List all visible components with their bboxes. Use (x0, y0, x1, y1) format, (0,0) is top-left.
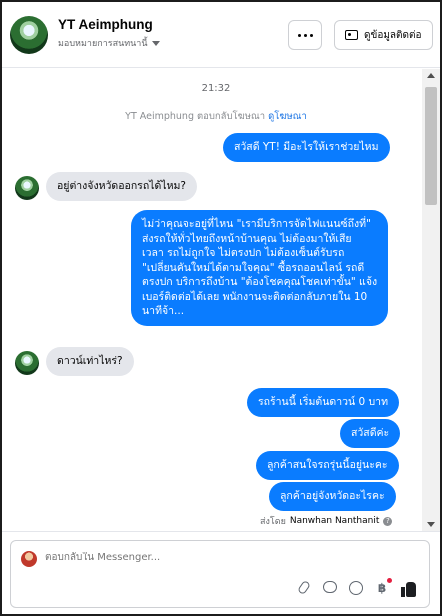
message-line: เวลา รถไม่ถูกใจ ไม่ตรงปก ไม่ต้องเซ็นต์รั… (142, 247, 345, 259)
message-line: นาทีจ้า... (142, 305, 185, 317)
more-dots-icon (303, 33, 307, 37)
sent-by-prefix: ส่งโดย (260, 517, 286, 527)
outgoing-message[interactable]: รถร้านนี้ เริ่มต้นดาวน์ 0 บาท (247, 388, 399, 417)
composer: ฿ (2, 531, 440, 614)
attach-button[interactable] (296, 579, 312, 596)
more-dots-icon (297, 33, 301, 37)
help-icon[interactable]: ? (383, 516, 393, 526)
page-avatar[interactable] (10, 16, 48, 54)
caret-down-icon (151, 40, 160, 46)
scroll-up-arrow-icon[interactable] (427, 73, 435, 78)
paperclip-icon (296, 579, 312, 596)
ad-reply-text: YT Aeimphung ตอบกลับโฆษณา (125, 111, 269, 122)
baht-coin-icon: ฿ (377, 581, 387, 595)
chat-bubble-icon (323, 581, 337, 593)
notification-dot (387, 578, 392, 583)
reply-input[interactable] (45, 552, 345, 563)
message-timestamp: 21:32 (201, 83, 231, 94)
conversation-header: YT Aeimphung มอบหมายการสนทนานี้ ดูข้อมูล… (2, 2, 440, 68)
sender-avatar (15, 176, 39, 200)
more-dots-icon (309, 33, 313, 37)
agent-avatar (21, 551, 37, 567)
sender-avatar (15, 351, 39, 375)
sent-by-name[interactable]: Nanwhan Nanthanit (290, 516, 380, 526)
saved-replies-button[interactable] (323, 581, 337, 595)
ad-reply-note: YT Aeimphung ตอบกลับโฆษณา ดูโฆษณา (2, 109, 422, 124)
outgoing-message[interactable]: สวัสดีค่ะ (340, 419, 401, 448)
page-name[interactable]: YT Aeimphung (58, 17, 153, 32)
outgoing-message[interactable]: ลูกค้าสนใจรถรุ่นนี้อยู่นะคะ (256, 451, 399, 480)
smile-icon (349, 581, 363, 595)
like-button[interactable] (401, 581, 417, 597)
view-ad-link[interactable]: ดูโฆษณา (268, 111, 307, 122)
thumbs-up-icon (401, 581, 417, 597)
reply-box[interactable]: ฿ (10, 540, 430, 608)
composer-toolbar: ฿ (296, 578, 417, 597)
contact-card-icon (345, 30, 358, 40)
message-line: "เปลี่ยนคันใหม่ได้ตามใจคุณ" ซื้อรถออนไลน… (142, 261, 365, 274)
incoming-message[interactable]: ดาวน์เท่าไหร่? (46, 347, 134, 376)
more-options-button[interactable] (288, 20, 322, 50)
incoming-message[interactable]: อยู่ต่างจังหวัดออกรถได้ไหม? (46, 172, 197, 201)
assign-conversation-dropdown[interactable]: มอบหมายการสนทนานี้ (58, 36, 160, 50)
message-line: ตรงปก บริการถึงบ้าน "ต้องโชคคุณโชคเท่าขั… (142, 276, 378, 288)
scrollbar-thumb[interactable] (425, 87, 437, 205)
message-thread[interactable]: 21:32 YT Aeimphung ตอบกลับโฆษณา ดูโฆษณา … (2, 69, 422, 531)
message-line: เบอร์ติดต่อได้เลย พนักงานจะติดต่อกลับภาย… (142, 290, 368, 303)
message-line: ส่งรถให้ทั่วไทยถึงหน้าบ้านคุณ ไม่ต้องมาใ… (142, 232, 352, 245)
emoji-button[interactable] (349, 581, 363, 595)
sent-by-label: ส่งโดย Nanwhan Nanthanit ? (260, 514, 393, 528)
outgoing-message[interactable]: สวัสดี YT! มีอะไรให้เราช่วยไหม (223, 133, 390, 162)
view-contact-button[interactable]: ดูข้อมูลติดต่อ (334, 20, 433, 50)
view-contact-label: ดูข้อมูลติดต่อ (364, 29, 422, 41)
outgoing-message[interactable]: ไม่ว่าคุณจะอยู่ที่ไหน "เรามีบริการจัดไฟแ… (131, 210, 389, 326)
payment-button[interactable]: ฿ (375, 578, 392, 595)
outgoing-message[interactable]: ลูกค้าอยู่จังหวัดอะไรคะ (269, 482, 396, 511)
scroll-down-arrow-icon[interactable] (427, 522, 435, 527)
assign-conversation-label: มอบหมายการสนทนานี้ (58, 39, 148, 49)
message-line: ไม่ว่าคุณจะอยู่ที่ไหน "เรามีบริการจัดไฟแ… (142, 218, 371, 230)
thread-scrollbar[interactable] (422, 69, 440, 531)
